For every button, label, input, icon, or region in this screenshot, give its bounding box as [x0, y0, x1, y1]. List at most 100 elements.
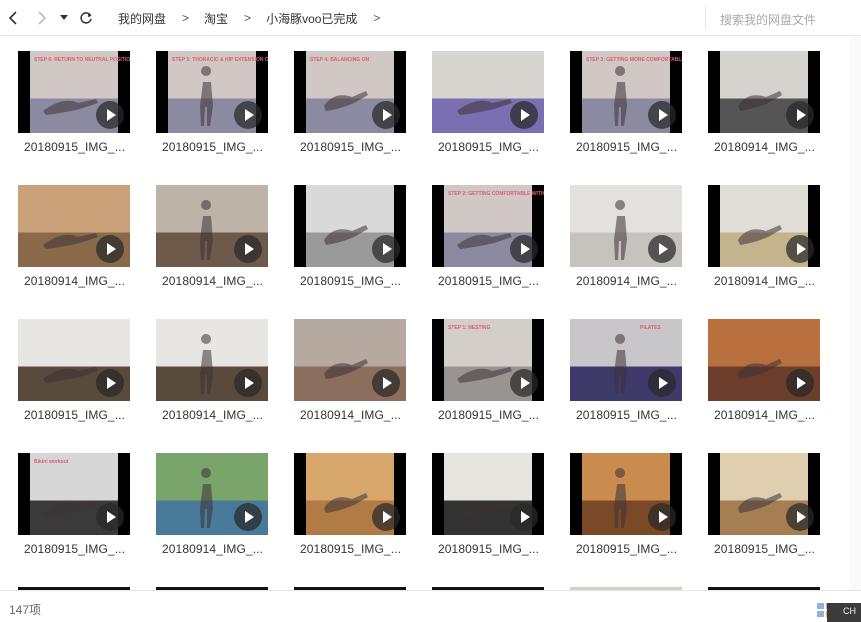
file-tile[interactable]: STEP 4: BALANCING ON 20180915_IMG_...	[276, 37, 406, 167]
play-icon[interactable]	[510, 369, 538, 397]
file-tile[interactable]: 20180914_IMG_...	[138, 171, 268, 301]
video-thumbnail[interactable]	[708, 453, 820, 535]
file-name[interactable]: 20180915_IMG_...	[24, 140, 125, 154]
video-thumbnail[interactable]: STEP 1: NESTING	[432, 319, 544, 401]
video-thumbnail[interactable]: STEP 3: GETTING MORE COMFORTABLE WITH	[570, 51, 682, 133]
file-name[interactable]: 20180915_IMG_...	[576, 408, 677, 422]
file-name[interactable]: 20180915_IMG_...	[576, 542, 677, 556]
play-icon[interactable]	[96, 101, 124, 129]
play-icon[interactable]	[786, 369, 814, 397]
play-icon[interactable]	[234, 235, 262, 263]
file-tile[interactable]: 20180914_IMG_...	[138, 439, 268, 569]
file-name[interactable]: 20180915_IMG_...	[714, 542, 815, 556]
video-thumbnail[interactable]	[156, 185, 268, 267]
search-input[interactable]: 搜索我的网盘文件	[705, 6, 859, 30]
video-thumbnail[interactable]	[432, 51, 544, 133]
play-icon[interactable]	[786, 503, 814, 531]
file-name[interactable]: 20180914_IMG_...	[714, 140, 815, 154]
file-tile[interactable]: STEP 3: GETTING MORE COMFORTABLE WITH 201…	[552, 37, 682, 167]
video-thumbnail[interactable]	[294, 453, 406, 535]
file-name[interactable]: 20180914_IMG_...	[24, 274, 125, 288]
video-thumbnail[interactable]	[432, 453, 544, 535]
video-thumbnail[interactable]: STEP 4: BALANCING ON	[294, 51, 406, 133]
file-tile[interactable]: STEP 6: RETURN TO NEUTRAL POSITION ON 201…	[0, 37, 130, 167]
file-tile[interactable]: 20180914_IMG_...	[138, 305, 268, 435]
file-name[interactable]: 20180915_IMG_...	[438, 542, 539, 556]
play-icon[interactable]	[96, 369, 124, 397]
file-name[interactable]: 20180914_IMG_...	[162, 542, 263, 556]
file-tile[interactable]: 20180915_IMG_...	[0, 305, 130, 435]
file-name[interactable]: 20180914_IMG_...	[576, 274, 677, 288]
breadcrumb-item-current[interactable]: 小海豚voo已完成	[266, 10, 357, 27]
file-name[interactable]: 20180915_IMG_...	[438, 274, 539, 288]
video-thumbnail[interactable]	[294, 185, 406, 267]
video-thumbnail[interactable]	[570, 185, 682, 267]
play-icon[interactable]	[234, 503, 262, 531]
refresh-icon[interactable]	[75, 7, 97, 29]
chevron-left-icon[interactable]	[2, 7, 24, 29]
file-name[interactable]: 20180914_IMG_...	[162, 408, 263, 422]
play-icon[interactable]	[510, 101, 538, 129]
play-icon[interactable]	[96, 503, 124, 531]
video-thumbnail[interactable]	[570, 453, 682, 535]
file-tile[interactable]: STEP 2: GETTING COMFORTABLE WITH 20180915…	[414, 171, 544, 301]
play-icon[interactable]	[648, 101, 676, 129]
video-thumbnail[interactable]: Bikini workout	[18, 453, 130, 535]
play-icon[interactable]	[510, 235, 538, 263]
play-icon[interactable]	[234, 101, 262, 129]
video-thumbnail[interactable]	[156, 453, 268, 535]
file-tile[interactable]: 20180914_IMG_...	[276, 305, 406, 435]
play-icon[interactable]	[786, 235, 814, 263]
play-icon[interactable]	[648, 369, 676, 397]
file-name[interactable]: 20180914_IMG_...	[714, 274, 815, 288]
play-icon[interactable]	[372, 503, 400, 531]
file-name[interactable]: 20180915_IMG_...	[300, 542, 401, 556]
video-thumbnail[interactable]: STEP 2: GETTING COMFORTABLE WITH	[432, 185, 544, 267]
file-tile[interactable]: Bikini workout 20180915_IMG_...	[0, 439, 130, 569]
file-name[interactable]: 20180914_IMG_...	[714, 408, 815, 422]
play-icon[interactable]	[96, 235, 124, 263]
file-name[interactable]: 20180915_IMG_...	[300, 274, 401, 288]
play-icon[interactable]	[648, 235, 676, 263]
video-thumbnail[interactable]	[708, 51, 820, 133]
play-icon[interactable]	[372, 235, 400, 263]
video-thumbnail[interactable]	[708, 185, 820, 267]
file-tile[interactable]: STEP 1: NESTING 20180915_IMG_...	[414, 305, 544, 435]
file-name[interactable]: 20180915_IMG_...	[300, 140, 401, 154]
scrollbar[interactable]	[850, 37, 861, 590]
video-thumbnail[interactable]	[708, 319, 820, 401]
file-name[interactable]: 20180915_IMG_...	[438, 408, 539, 422]
file-tile[interactable]: PILATES 20180915_IMG_...	[552, 305, 682, 435]
file-tile[interactable]: 20180915_IMG_...	[414, 37, 544, 167]
breadcrumb-item-taobao[interactable]: 淘宝	[204, 10, 228, 27]
breadcrumb-item-root[interactable]: 我的网盘	[118, 10, 166, 27]
video-thumbnail[interactable]: STEP 5: THORACIC & HIP EXTENSION ON	[156, 51, 268, 133]
file-name[interactable]: 20180914_IMG_...	[162, 274, 263, 288]
play-icon[interactable]	[372, 369, 400, 397]
file-tile[interactable]: 20180915_IMG_...	[276, 439, 406, 569]
play-icon[interactable]	[648, 503, 676, 531]
video-thumbnail[interactable]	[18, 319, 130, 401]
file-name[interactable]: 20180915_IMG_...	[438, 140, 539, 154]
file-tile[interactable]: 20180914_IMG_...	[690, 305, 820, 435]
file-tile[interactable]: STEP 5: THORACIC & HIP EXTENSION ON 20180…	[138, 37, 268, 167]
video-thumbnail[interactable]: STEP 6: RETURN TO NEUTRAL POSITION ON	[18, 51, 130, 133]
file-tile[interactable]: 20180914_IMG_...	[690, 171, 820, 301]
file-tile[interactable]: 20180915_IMG_...	[414, 439, 544, 569]
file-name[interactable]: 20180915_IMG_...	[576, 140, 677, 154]
file-tile[interactable]: 20180914_IMG_...	[0, 171, 130, 301]
breadcrumb-separator[interactable]: >	[373, 11, 380, 25]
file-tile[interactable]: 20180915_IMG_...	[552, 439, 682, 569]
video-thumbnail[interactable]	[294, 319, 406, 401]
file-tile[interactable]: 20180915_IMG_...	[276, 171, 406, 301]
video-thumbnail[interactable]	[156, 319, 268, 401]
play-icon[interactable]	[372, 101, 400, 129]
play-icon[interactable]	[234, 369, 262, 397]
caret-down-icon[interactable]	[56, 7, 72, 29]
file-name[interactable]: 20180915_IMG_...	[24, 542, 125, 556]
file-name[interactable]: 20180914_IMG_...	[300, 408, 401, 422]
play-icon[interactable]	[786, 101, 814, 129]
file-name[interactable]: 20180915_IMG_...	[24, 408, 125, 422]
file-tile[interactable]: 20180915_IMG_...	[690, 439, 820, 569]
video-thumbnail[interactable]: PILATES	[570, 319, 682, 401]
